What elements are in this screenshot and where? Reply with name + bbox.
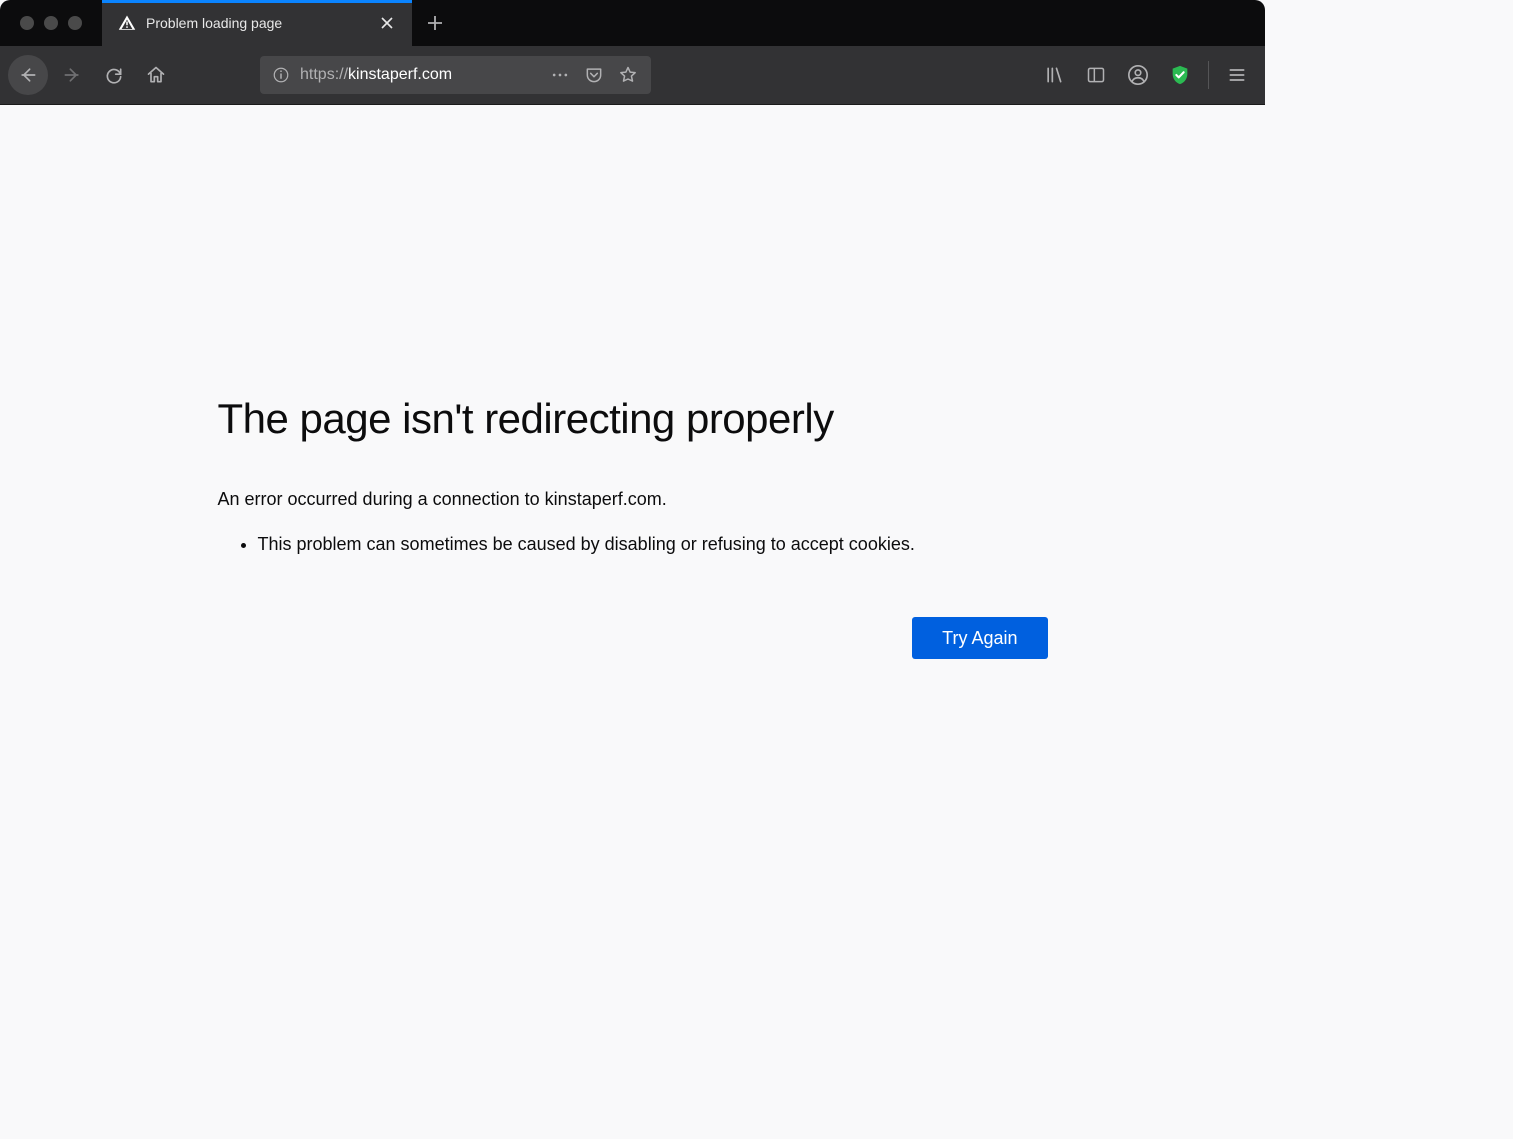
url-bar[interactable]: https://kinstaperf.com bbox=[260, 56, 651, 94]
library-button[interactable] bbox=[1034, 55, 1074, 95]
error-description: An error occurred during a connection to… bbox=[218, 489, 1048, 510]
error-details-item: This problem can sometimes be caused by … bbox=[258, 532, 1048, 557]
titlebar: Problem loading page bbox=[0, 0, 1265, 46]
zoom-window-button[interactable] bbox=[68, 16, 82, 30]
toolbar-divider bbox=[1208, 61, 1209, 89]
minimize-window-button[interactable] bbox=[44, 16, 58, 30]
page-actions bbox=[543, 58, 645, 92]
browser-tab[interactable]: Problem loading page bbox=[102, 0, 412, 46]
error-page: The page isn't redirecting properly An e… bbox=[218, 395, 1048, 953]
try-again-button[interactable]: Try Again bbox=[912, 617, 1047, 659]
page-content: The page isn't redirecting properly An e… bbox=[0, 105, 1265, 953]
url-host: kinstaperf.com bbox=[348, 66, 452, 83]
navigation-toolbar: https://kinstaperf.com bbox=[0, 46, 1265, 105]
close-tab-button[interactable] bbox=[378, 14, 396, 32]
site-identity-button[interactable] bbox=[266, 60, 296, 90]
adblock-shield-icon[interactable] bbox=[1160, 55, 1200, 95]
bookmark-star-button[interactable] bbox=[611, 58, 645, 92]
save-to-pocket-button[interactable] bbox=[577, 58, 611, 92]
window-controls bbox=[0, 16, 102, 30]
page-actions-menu-button[interactable] bbox=[543, 58, 577, 92]
app-menu-button[interactable] bbox=[1217, 55, 1257, 95]
new-tab-button[interactable] bbox=[412, 0, 458, 46]
reload-button[interactable] bbox=[94, 55, 134, 95]
error-actions: Try Again bbox=[218, 617, 1048, 659]
error-details-list: This problem can sometimes be caused by … bbox=[218, 532, 1048, 557]
tab-title: Problem loading page bbox=[146, 15, 368, 31]
home-button[interactable] bbox=[136, 55, 176, 95]
url-protocol: https:// bbox=[300, 66, 348, 83]
error-title: The page isn't redirecting properly bbox=[218, 395, 1048, 443]
forward-button[interactable] bbox=[52, 55, 92, 95]
close-window-button[interactable] bbox=[20, 16, 34, 30]
toolbar-icons bbox=[1034, 55, 1257, 95]
url-text: https://kinstaperf.com bbox=[300, 66, 539, 84]
back-button[interactable] bbox=[8, 55, 48, 95]
sidebar-button[interactable] bbox=[1076, 55, 1116, 95]
warning-icon bbox=[118, 14, 136, 32]
account-button[interactable] bbox=[1118, 55, 1158, 95]
